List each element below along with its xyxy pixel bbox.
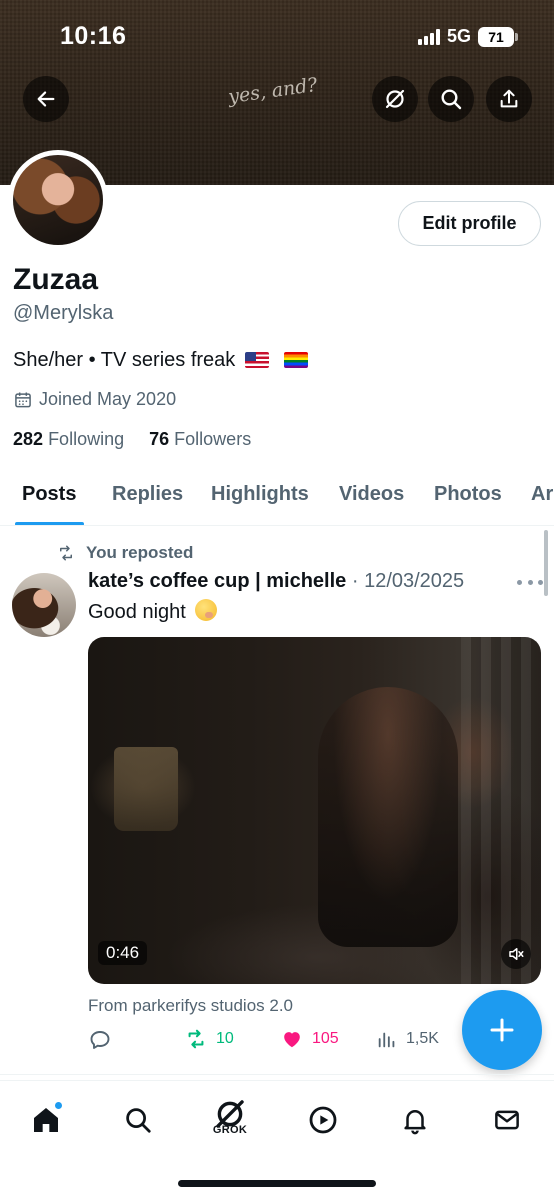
share-icon <box>500 89 518 108</box>
post-source[interactable]: From parkerifys studios 2.0 <box>88 996 293 1016</box>
more-options-icon[interactable] <box>517 570 543 594</box>
compose-post-button[interactable] <box>462 990 542 1070</box>
repost-icon <box>188 1029 204 1049</box>
figure-shape <box>318 687 458 947</box>
reply-icon <box>90 1031 110 1049</box>
repost-indicator: You reposted <box>56 543 193 563</box>
post-date: · 12/03/2025 <box>351 570 465 592</box>
curtain-shape <box>461 637 541 984</box>
reply-button[interactable] <box>88 1028 112 1052</box>
like-count: 105 <box>312 1030 339 1047</box>
nav-messages[interactable] <box>484 1097 530 1143</box>
nav-search[interactable] <box>115 1097 161 1143</box>
tab-replies[interactable]: Replies <box>112 483 183 506</box>
post-header: kate’s coffee cup | michelle · 12/03/202… <box>88 570 464 593</box>
following-count: 282 <box>13 429 44 449</box>
post-divider <box>0 1074 554 1075</box>
like-button[interactable]: 105 <box>280 1028 339 1050</box>
joined-date: Joined May 2020 <box>13 389 176 410</box>
user-handle: @Merylska <box>13 302 114 324</box>
heart-icon <box>284 1032 300 1048</box>
grok-icon <box>385 89 405 109</box>
following-link[interactable]: 282 Following <box>13 429 124 449</box>
profile-tabs: Posts Replies Highlights Videos Photos A… <box>0 465 554 526</box>
grok-label: GROK <box>212 1124 248 1136</box>
home-indicator[interactable] <box>178 1180 376 1187</box>
back-button[interactable] <box>23 76 69 122</box>
calendar-icon <box>15 392 31 407</box>
grok-button[interactable] <box>372 76 418 122</box>
face-with-hand-over-mouth-emoji-icon <box>195 599 218 621</box>
tab-photos[interactable]: Photos <box>434 483 502 506</box>
profile-bio: She/her • TV series freak <box>13 349 309 372</box>
battery-icon: 71 <box>478 26 518 47</box>
following-label: Following <box>48 429 125 449</box>
joined-text: Joined May 2020 <box>39 389 177 409</box>
tab-articles[interactable]: Ar <box>531 483 553 506</box>
nav-grok[interactable]: GROK <box>207 1091 253 1137</box>
view-count: 1,5K <box>406 1030 439 1047</box>
nav-video[interactable] <box>300 1097 346 1143</box>
play-circle-icon <box>309 1106 337 1134</box>
speaker-muted-icon <box>509 948 524 960</box>
bio-text: She/her • TV series freak <box>13 349 236 371</box>
follow-stats: 282 Following 76 Followers <box>13 429 251 450</box>
tab-posts[interactable]: Posts <box>22 483 76 506</box>
nav-notifications[interactable] <box>392 1097 438 1143</box>
bell-icon <box>404 1110 426 1135</box>
post-video[interactable]: 0:46 <box>88 637 541 984</box>
search-icon <box>126 1108 151 1133</box>
arrow-left-icon <box>37 91 55 107</box>
home-notification-dot <box>54 1101 63 1110</box>
battery-level: 71 <box>488 28 504 45</box>
banner-script-text: yes, and? <box>226 73 319 109</box>
share-button[interactable] <box>486 76 532 122</box>
status-time: 10:16 <box>60 22 127 50</box>
search-icon <box>441 89 462 110</box>
search-button[interactable] <box>428 76 474 122</box>
mute-button[interactable] <box>501 939 531 969</box>
profile-avatar[interactable] <box>8 150 108 250</box>
post-author-avatar[interactable] <box>12 573 76 637</box>
views-button[interactable]: 1,5K <box>376 1028 439 1050</box>
repost-button[interactable]: 10 <box>184 1028 234 1050</box>
active-tab-indicator <box>15 522 84 525</box>
repost-label: You reposted <box>86 543 194 562</box>
tab-videos[interactable]: Videos <box>339 483 404 506</box>
rainbow-flag-icon <box>284 352 309 368</box>
us-flag-icon <box>244 352 269 368</box>
signal-icon <box>417 28 440 45</box>
plus-icon <box>490 1018 514 1042</box>
post-text-content: Good night <box>88 601 186 623</box>
post-actions: 10 105 1,5K <box>88 1028 448 1054</box>
repost-count: 10 <box>216 1030 234 1047</box>
scrollbar[interactable] <box>544 530 548 596</box>
mail-icon <box>495 1110 519 1130</box>
bar-chart-icon <box>378 1032 395 1048</box>
status-indicators: 5G 71 <box>417 26 518 47</box>
nav-home[interactable] <box>23 1097 69 1143</box>
followers-link[interactable]: 76 Followers <box>149 429 251 449</box>
tab-highlights[interactable]: Highlights <box>211 483 309 506</box>
display-name: Zuzaa <box>13 263 99 296</box>
followers-label: Followers <box>174 429 252 449</box>
lamp-shape <box>114 747 178 831</box>
post-text: Good night <box>88 599 218 624</box>
video-duration: 0:46 <box>98 941 148 965</box>
network-label: 5G <box>446 26 471 46</box>
edit-profile-button[interactable]: Edit profile <box>398 201 541 246</box>
post-author-name[interactable]: kate’s coffee cup | michelle <box>88 570 346 592</box>
repost-icon <box>60 545 72 561</box>
followers-count: 76 <box>149 429 170 449</box>
